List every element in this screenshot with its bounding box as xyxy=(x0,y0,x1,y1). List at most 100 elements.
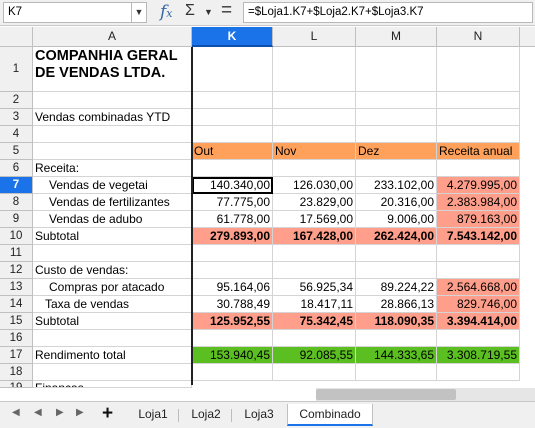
cell-n9[interactable]: 879.163,00 xyxy=(437,211,520,228)
formula-input[interactable]: =$Loja1.K7+$Loja2.K7+$Loja3.K7 xyxy=(243,2,533,23)
cell-n13[interactable]: 2.564.668,00 xyxy=(437,279,520,296)
sigma-icon[interactable]: Σ xyxy=(185,2,195,20)
row-header[interactable]: 6 xyxy=(0,160,33,177)
header-out[interactable]: Out xyxy=(192,143,273,160)
row-header[interactable]: 18 xyxy=(0,364,33,381)
fx-icon[interactable]: fx xyxy=(160,2,173,22)
equals-icon[interactable]: = xyxy=(221,0,232,22)
grid-cell[interactable] xyxy=(437,262,520,279)
chevron-down-icon[interactable]: ▼ xyxy=(132,2,147,23)
grid-cell[interactable] xyxy=(273,245,356,262)
title-cell[interactable]: COMPANHIA GERAL DE VENDAS LTDA. xyxy=(33,47,192,92)
grid-cell[interactable] xyxy=(356,160,437,177)
grid-cell[interactable] xyxy=(33,126,192,143)
cell-n7[interactable]: 4.279.995,00 xyxy=(437,177,520,194)
sheet-tab-loja2[interactable]: Loja2 xyxy=(184,404,228,426)
cell-l13[interactable]: 56.925,34 xyxy=(273,279,356,296)
cell-n8[interactable]: 2.383.984,00 xyxy=(437,194,520,211)
row-header[interactable]: 13 xyxy=(0,279,33,296)
grid-cell[interactable] xyxy=(192,160,273,177)
sheet-tab-combinado[interactable]: Combinado xyxy=(287,404,373,426)
row-header[interactable]: 8 xyxy=(0,194,33,211)
cell-n10[interactable]: 7.543.142,00 xyxy=(437,228,520,245)
row-header[interactable]: 3 xyxy=(0,109,33,126)
grid-cell[interactable] xyxy=(356,364,437,381)
sheet-tab-loja3[interactable]: Loja3 xyxy=(237,404,281,426)
row-header[interactable]: 4 xyxy=(0,126,33,143)
row-header[interactable]: 14 xyxy=(0,296,33,313)
row-header[interactable]: 16 xyxy=(0,330,33,347)
grid-cell[interactable] xyxy=(33,143,192,160)
grid-cell[interactable] xyxy=(33,92,192,109)
row-header[interactable]: 11 xyxy=(0,245,33,262)
finance-label[interactable]: Finanças xyxy=(33,381,192,388)
grid-cell[interactable] xyxy=(437,364,520,381)
grid-cell[interactable] xyxy=(192,126,273,143)
grid-cell[interactable] xyxy=(273,262,356,279)
cell-k9[interactable]: 61.778,00 xyxy=(192,211,273,228)
row-header[interactable]: 5 xyxy=(0,143,33,160)
cost-subtotal-label[interactable]: Subtotal xyxy=(33,313,192,330)
grid-cell[interactable] xyxy=(356,109,437,126)
cell-k13[interactable]: 95.164,06 xyxy=(192,279,273,296)
column-header-k[interactable]: K xyxy=(192,27,273,47)
cell-k17[interactable]: 153.940,45 xyxy=(192,347,273,364)
row-header[interactable]: 12 xyxy=(0,262,33,279)
grid-cell[interactable] xyxy=(356,330,437,347)
header-dez[interactable]: Dez xyxy=(356,143,437,160)
grid-cell[interactable] xyxy=(356,245,437,262)
cell-l9[interactable]: 17.569,00 xyxy=(273,211,356,228)
previous-sheet-icon[interactable]: ◀ xyxy=(34,407,42,418)
column-header-l[interactable]: L xyxy=(273,27,356,47)
column-header-n[interactable]: N xyxy=(437,27,520,47)
revenue-row-label[interactable]: Vendas de vegetai xyxy=(33,177,192,194)
cell-k10[interactable]: 279.893,00 xyxy=(192,228,273,245)
cell-m17[interactable]: 144.333,65 xyxy=(356,347,437,364)
grid-cell[interactable] xyxy=(273,109,356,126)
grid-cell[interactable] xyxy=(192,330,273,347)
sum-dropdown-icon[interactable]: ▼ xyxy=(204,7,213,17)
revenue-label[interactable]: Receita: xyxy=(33,160,192,177)
cell-m8[interactable]: 20.316,00 xyxy=(356,194,437,211)
grid-cell[interactable] xyxy=(437,245,520,262)
cell-m13[interactable]: 89.224,22 xyxy=(356,279,437,296)
cell-l7[interactable]: 126.030,00 xyxy=(273,177,356,194)
grid-cell[interactable] xyxy=(192,47,273,92)
cell-k14[interactable]: 30.788,49 xyxy=(192,296,273,313)
grid-cell[interactable] xyxy=(33,330,192,347)
grid-cell[interactable] xyxy=(437,330,520,347)
cell-k8[interactable]: 77.775,00 xyxy=(192,194,273,211)
row-header-selected[interactable]: 7 xyxy=(0,177,33,194)
grid-cell[interactable] xyxy=(437,92,520,109)
row-header[interactable]: 17 xyxy=(0,347,33,364)
cell-l15[interactable]: 75.342,45 xyxy=(273,313,356,330)
grid-cell[interactable] xyxy=(356,47,437,92)
grid-cell[interactable] xyxy=(192,109,273,126)
grid-cell[interactable] xyxy=(273,92,356,109)
row-header[interactable]: 1 xyxy=(0,47,33,92)
next-sheet-icon[interactable]: ▶ xyxy=(56,407,64,418)
cost-row-label[interactable]: Taxa de vendas xyxy=(33,296,192,313)
cell-n15[interactable]: 3.394.414,00 xyxy=(437,313,520,330)
cell-k7-selected[interactable]: 140.340,00 xyxy=(192,177,273,194)
grid-cell[interactable] xyxy=(192,262,273,279)
row-header[interactable]: 15 xyxy=(0,313,33,330)
cell-m15[interactable]: 118.090,35 xyxy=(356,313,437,330)
cell-n17[interactable]: 3.308.719,55 xyxy=(437,347,520,364)
grid-cell[interactable] xyxy=(356,92,437,109)
cell-l8[interactable]: 23.829,00 xyxy=(273,194,356,211)
cell-k15[interactable]: 125.952,55 xyxy=(192,313,273,330)
revenue-subtotal-label[interactable]: Subtotal xyxy=(33,228,192,245)
cell-l10[interactable]: 167.428,00 xyxy=(273,228,356,245)
grid-cell[interactable] xyxy=(437,126,520,143)
total-label[interactable]: Rendimento total xyxy=(33,347,192,364)
grid-cell[interactable] xyxy=(33,364,192,381)
sheet-tab-loja1[interactable]: Loja1 xyxy=(131,404,175,426)
grid-cell[interactable] xyxy=(192,92,273,109)
grid-cell[interactable] xyxy=(192,245,273,262)
cost-row-label[interactable]: Compras por atacado xyxy=(33,279,192,296)
cell-m9[interactable]: 9.006,00 xyxy=(356,211,437,228)
header-receita-anual[interactable]: Receita anual xyxy=(437,143,520,160)
grid-cell[interactable] xyxy=(273,364,356,381)
row-header[interactable]: 9 xyxy=(0,211,33,228)
